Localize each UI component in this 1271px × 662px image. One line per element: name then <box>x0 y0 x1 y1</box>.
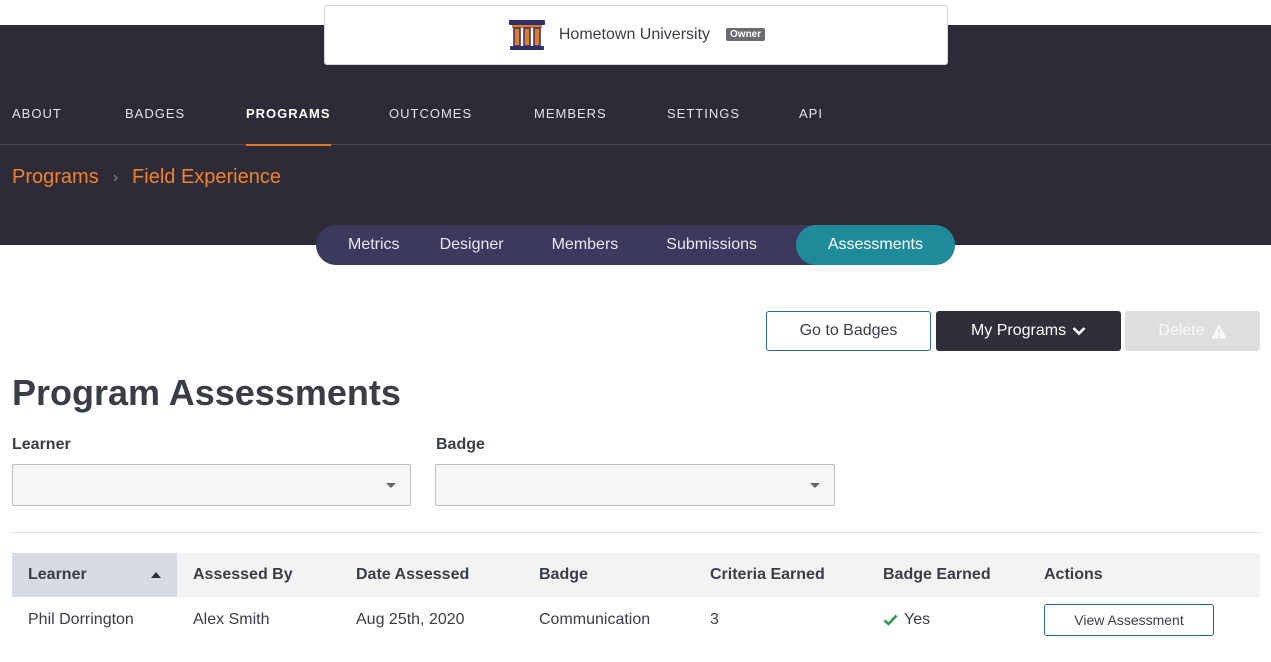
column-header-criteria-earned[interactable]: Criteria Earned <box>694 553 867 597</box>
subtab-submissions[interactable]: Submissions <box>642 225 773 265</box>
checkmark-icon <box>883 614 898 626</box>
organization-name: Hometown University <box>558 26 711 43</box>
badge-filter-label: Badge <box>436 436 485 453</box>
program-subtabs: Metrics Designer Members Submissions Ass… <box>316 225 955 265</box>
subtab-assessments[interactable]: Assessments <box>795 225 955 265</box>
cell-learner: Phil Dorrington <box>28 611 134 628</box>
column-header-date-assessed[interactable]: Date Assessed <box>340 553 523 597</box>
warning-icon <box>1211 324 1227 338</box>
nav-settings[interactable]: SETTINGS <box>667 100 740 145</box>
cell-actions: View Assessment <box>1028 604 1260 636</box>
view-assessment-button[interactable]: View Assessment <box>1044 604 1214 636</box>
badge-select[interactable] <box>435 464 835 506</box>
column-header-label: Learner <box>28 566 87 583</box>
column-header-badge[interactable]: Badge <box>523 553 694 597</box>
table-row: Phil Dorrington Alex Smith Aug 25th, 202… <box>12 597 1260 643</box>
learner-select[interactable] <box>12 464 411 506</box>
columns-building-icon <box>508 20 545 50</box>
chevron-down-icon <box>1072 327 1086 336</box>
section-divider <box>12 532 1260 533</box>
breadcrumb: Programs › Field Experience <box>12 166 281 189</box>
main-nav: ABOUT BADGES PROGRAMS OUTCOMES MEMBERS S… <box>0 100 1271 146</box>
cell-badge-earned: Yes <box>867 611 1028 629</box>
column-header-assessed-by[interactable]: Assessed By <box>177 553 340 597</box>
cell-date-assessed: Aug 25th, 2020 <box>356 611 465 628</box>
learner-filter-label: Learner <box>12 436 71 453</box>
caret-down-icon <box>386 483 396 488</box>
cell-assessed-by: Alex Smith <box>193 611 270 628</box>
delete-button[interactable]: Delete <box>1125 311 1260 351</box>
page-title: Program Assessments <box>12 372 401 413</box>
nav-programs[interactable]: PROGRAMS <box>246 100 331 146</box>
badge-earned-value: Yes <box>904 611 931 628</box>
chevron-right-icon: › <box>112 168 119 186</box>
column-header-badge-earned[interactable]: Badge Earned <box>867 553 1028 597</box>
caret-down-icon <box>810 483 820 488</box>
go-to-badges-button[interactable]: Go to Badges <box>766 311 931 351</box>
column-header-learner[interactable]: Learner <box>12 553 177 597</box>
owner-badge: Owner <box>726 27 766 41</box>
nav-about[interactable]: ABOUT <box>12 100 62 145</box>
table-header: Learner Assessed By Date Assessed Badge … <box>12 553 1260 597</box>
nav-members[interactable]: MEMBERS <box>534 100 607 145</box>
my-programs-label: My Programs <box>970 322 1067 339</box>
subtab-members[interactable]: Members <box>528 225 643 265</box>
assessments-table: Learner Assessed By Date Assessed Badge … <box>12 553 1260 643</box>
sort-ascending-icon <box>151 572 161 578</box>
cell-criteria-earned: 3 <box>710 611 719 628</box>
nav-badges[interactable]: BADGES <box>125 100 185 145</box>
cell-badge: Communication <box>539 611 651 628</box>
organization-card[interactable]: Hometown University Owner <box>324 5 948 65</box>
breadcrumb-programs[interactable]: Programs <box>12 166 99 189</box>
my-programs-button[interactable]: My Programs <box>936 311 1121 351</box>
breadcrumb-current[interactable]: Field Experience <box>132 166 281 189</box>
nav-outcomes[interactable]: OUTCOMES <box>389 100 472 145</box>
delete-label: Delete <box>1158 322 1205 339</box>
subtab-designer[interactable]: Designer <box>416 225 528 265</box>
column-header-actions: Actions <box>1044 566 1103 583</box>
nav-api[interactable]: API <box>799 100 823 145</box>
subtab-metrics[interactable]: Metrics <box>316 225 416 265</box>
go-to-badges-label: Go to Badges <box>799 322 898 339</box>
